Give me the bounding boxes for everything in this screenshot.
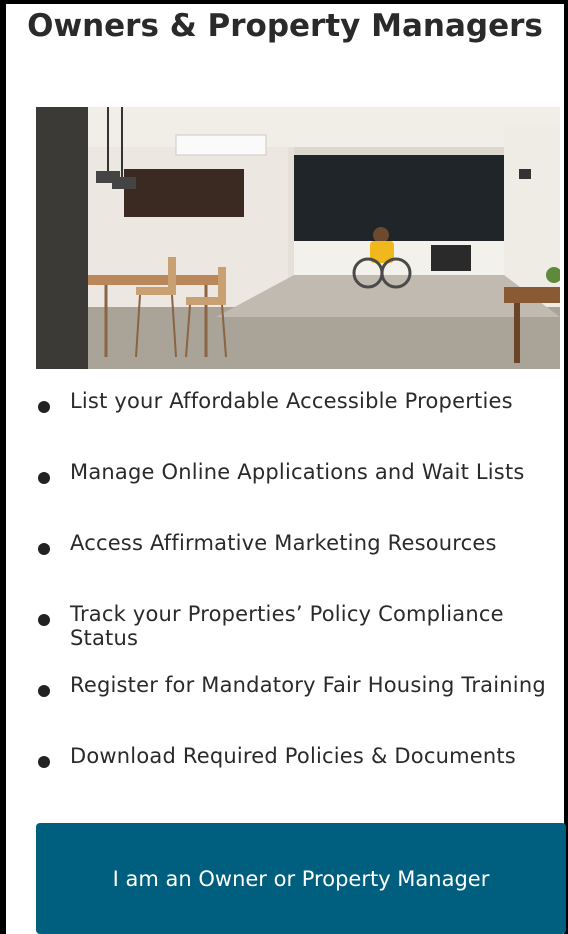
kitchen-illustration (36, 107, 560, 369)
list-item: List your Affordable Accessible Properti… (6, 389, 564, 460)
bullet-icon (38, 614, 50, 626)
feature-label: Track your Properties’ Policy Compliance… (70, 602, 504, 650)
feature-label: List your Affordable Accessible Properti… (70, 389, 513, 413)
feature-list: List your Affordable Accessible Properti… (6, 389, 564, 815)
owner-manager-button[interactable]: I am an Owner or Property Manager (36, 823, 566, 934)
list-item: Download Required Policies & Documents (6, 744, 564, 815)
owners-section-card: Owners & Property Managers List your Aff… (6, 4, 566, 934)
bullet-icon (38, 543, 50, 555)
section-title: Owners & Property Managers (27, 8, 543, 44)
feature-label: Register for Mandatory Fair Housing Trai… (70, 673, 546, 697)
bullet-icon (38, 685, 50, 697)
feature-label: Download Required Policies & Documents (70, 744, 516, 768)
owner-manager-button-label: I am an Owner or Property Manager (112, 866, 490, 891)
feature-label: Manage Online Applications and Wait List… (70, 460, 525, 484)
list-item: Track your Properties’ Policy Compliance… (6, 602, 564, 673)
list-item: Access Affirmative Marketing Resources (6, 531, 564, 602)
bullet-icon (38, 756, 50, 768)
bullet-icon (38, 472, 50, 484)
page-border-right (564, 0, 568, 934)
list-item: Manage Online Applications and Wait List… (6, 460, 564, 531)
list-item: Register for Mandatory Fair Housing Trai… (6, 673, 564, 744)
hero-image (36, 107, 560, 369)
bullet-icon (38, 401, 50, 413)
feature-label: Access Affirmative Marketing Resources (70, 531, 497, 555)
